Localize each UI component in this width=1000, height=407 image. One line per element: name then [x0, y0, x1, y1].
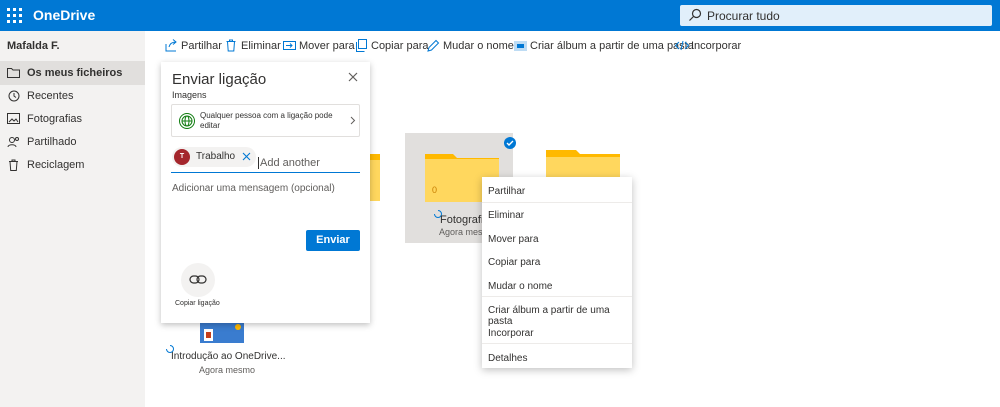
- sidebar-item-label: Partilhado: [27, 136, 77, 148]
- command-bar: Partilhar Eliminar Mover para Copiar par…: [145, 31, 1000, 59]
- send-button[interactable]: Enviar: [306, 230, 360, 251]
- code-icon: [675, 40, 689, 51]
- sidebar-item-my-files[interactable]: Os meus ficheiros: [0, 61, 145, 85]
- app-launcher-icon[interactable]: [6, 7, 22, 23]
- album-icon: [514, 41, 527, 51]
- folder-count: 0: [432, 185, 438, 195]
- chevron-right-icon: [350, 116, 356, 125]
- context-menu: Partilhar Eliminar Mover para Copiar par…: [482, 177, 632, 368]
- app-brand[interactable]: OneDrive: [33, 7, 95, 23]
- sidebar-item-label: Recentes: [27, 90, 74, 102]
- trash-icon: [9, 159, 18, 171]
- menu-divider: [482, 343, 632, 344]
- recipient-input-underline: [171, 172, 360, 173]
- move-to-button[interactable]: Mover para: [283, 39, 355, 55]
- menu-item-label: Partilhar: [488, 186, 526, 197]
- menu-item-details[interactable]: Detalhes: [482, 346, 632, 368]
- file-thumbnail[interactable]: [200, 323, 244, 343]
- file-modified: Agora mesmo: [199, 365, 256, 375]
- search-icon: [689, 8, 702, 21]
- sidebar-item-recent[interactable]: Recentes: [0, 84, 145, 108]
- send-link-dialog: Enviar ligação Imagens Qualquer pessoa c…: [161, 62, 370, 323]
- album-label: Criar álbum a partir de uma pasta: [530, 40, 694, 52]
- create-album-button[interactable]: Criar álbum a partir de uma pasta: [514, 39, 694, 55]
- copy-to-button[interactable]: Copiar para: [355, 39, 429, 55]
- menu-item-label: Mover para: [488, 234, 539, 245]
- delete-button[interactable]: Eliminar: [225, 39, 285, 55]
- sidebar-item-shared[interactable]: Partilhado: [0, 130, 145, 154]
- menu-item-share[interactable]: Partilhar: [482, 179, 632, 201]
- embed-button[interactable]: Incorporar: [675, 39, 742, 55]
- recipient-name: Trabalho: [196, 151, 236, 162]
- history-icon: [8, 90, 20, 102]
- link-permission-button[interactable]: Qualquer pessoa com a ligação pode edita…: [171, 104, 360, 137]
- dialog-subtitle: Imagens: [172, 90, 207, 100]
- trash-icon: [226, 39, 236, 52]
- delete-label: Eliminar: [241, 40, 281, 52]
- search-input[interactable]: Procurar tudo: [707, 9, 780, 23]
- menu-item-delete[interactable]: Eliminar: [482, 203, 632, 225]
- rename-label: Mudar o nome: [443, 40, 514, 52]
- menu-item-label: Copiar para: [488, 257, 541, 268]
- avatar: T: [174, 149, 190, 165]
- menu-item-label: Eliminar: [488, 210, 525, 221]
- globe-icon: [179, 113, 195, 129]
- move-label: Mover para: [299, 40, 355, 52]
- embed-label: Incorporar: [691, 40, 742, 52]
- dialog-title: Enviar ligação: [172, 71, 267, 88]
- recipient-chip[interactable]: T Trabalho: [172, 147, 256, 167]
- close-icon[interactable]: [348, 72, 358, 82]
- search-box[interactable]: Procurar tudo: [680, 5, 992, 26]
- recipient-input[interactable]: Add another: [258, 157, 320, 169]
- sidebar-item-recycle[interactable]: Reciclagem: [0, 153, 145, 177]
- menu-divider: [482, 296, 632, 297]
- menu-item-label: Mudar o nome: [488, 281, 553, 292]
- copy-icon: [356, 39, 367, 52]
- link-icon: [189, 275, 207, 284]
- move-icon: [283, 41, 296, 50]
- user-name[interactable]: Mafalda F.: [7, 40, 60, 52]
- menu-item-label: Detalhes: [488, 353, 528, 364]
- image-icon: [7, 113, 20, 124]
- remove-recipient-icon[interactable]: [242, 152, 251, 161]
- sidebar-item-label: Reciclagem: [27, 159, 85, 171]
- message-input[interactable]: Adicionar uma mensagem (opcional): [172, 183, 335, 194]
- menu-item-rename[interactable]: Mudar o nome: [482, 274, 632, 296]
- copy-label: Copiar para: [371, 40, 429, 52]
- sidebar-item-label: Os meus ficheiros: [27, 67, 123, 79]
- copy-link-label: Copiar ligação: [175, 300, 220, 307]
- selected-check-icon[interactable]: [504, 137, 516, 149]
- copy-link-button[interactable]: [181, 263, 215, 297]
- menu-item-copy-to[interactable]: Copiar para: [482, 250, 632, 272]
- share-label: Partilhar: [181, 40, 222, 52]
- file-name[interactable]: Introdução ao OneDrive...: [171, 351, 286, 362]
- share-icon: [165, 39, 177, 52]
- menu-item-label: Incorporar: [488, 328, 534, 339]
- top-bar: OneDrive Procurar tudo: [0, 0, 1000, 31]
- menu-item-embed[interactable]: Incorporar: [482, 321, 632, 343]
- rename-button[interactable]: Mudar o nome: [427, 39, 514, 55]
- sidebar-item-photos[interactable]: Fotografias: [0, 107, 145, 131]
- link-permission-label: Qualquer pessoa com a ligação pode edita…: [200, 111, 333, 130]
- sidebar-item-label: Fotografias: [27, 113, 83, 125]
- people-icon: [7, 137, 19, 148]
- menu-item-move-to[interactable]: Mover para: [482, 227, 632, 249]
- pencil-icon: [427, 39, 440, 52]
- folder-icon: [7, 68, 20, 78]
- menu-item-create-album[interactable]: Criar álbum a partir de uma pasta: [482, 298, 632, 327]
- sidebar: Mafalda F. Os meus ficheiros Recentes Fo…: [0, 31, 145, 407]
